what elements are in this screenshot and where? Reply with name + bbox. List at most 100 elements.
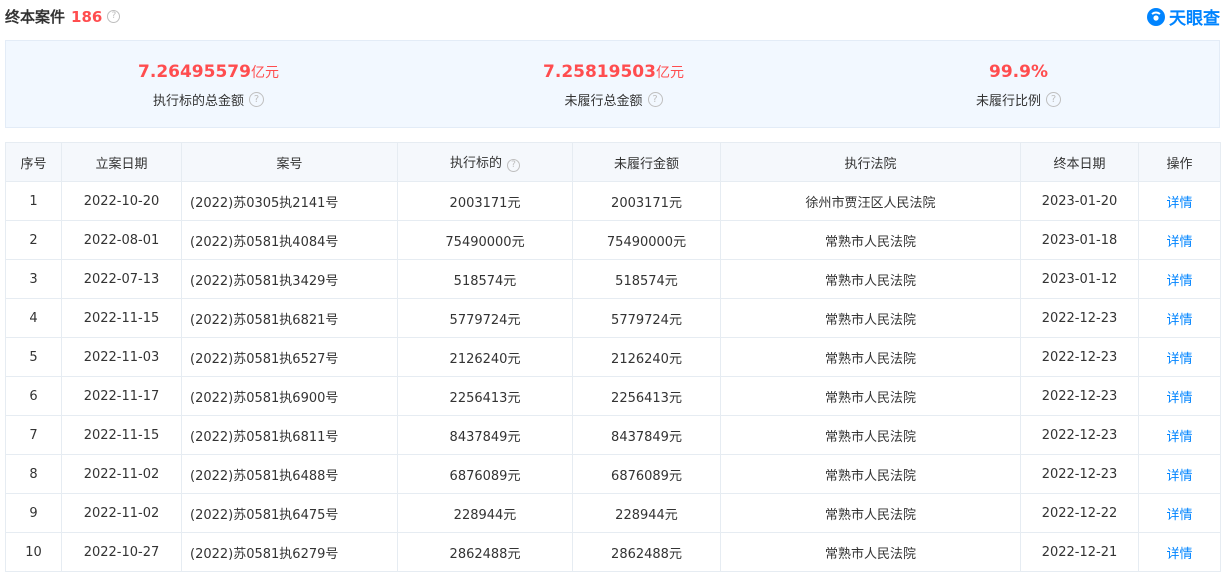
cell-target: 2862488元 — [397, 532, 573, 572]
cell-case-no: (2022)苏0305执2141号 — [181, 181, 398, 221]
cell-end-date: 2022-12-23 — [1020, 298, 1139, 338]
cell-target: 75490000元 — [397, 220, 573, 260]
cell-court: 常熟市人民法院 — [720, 454, 1021, 494]
table-row: 3 2022-07-13 (2022)苏0581执3429号 518574元 51857… — [5, 259, 1221, 299]
cell-unpaid: 2126240元 — [572, 337, 721, 377]
details-link[interactable]: 详情 — [1166, 313, 1192, 328]
cell-end-date: 2022-12-22 — [1020, 493, 1139, 533]
brand-logo: 天眼查 — [1146, 4, 1220, 29]
cell-unpaid: 2256413元 — [572, 376, 721, 416]
table-row: 5 2022-11-03 (2022)苏0581执6527号 2126240元 2126… — [5, 337, 1221, 377]
details-link[interactable]: 详情 — [1166, 391, 1192, 406]
section-title-text: 终本案件 — [5, 8, 66, 26]
col-header-action: 操作 — [1138, 142, 1221, 182]
cell-case-no: (2022)苏0581执6488号 — [181, 454, 398, 494]
cell-no: 4 — [5, 298, 62, 338]
details-link[interactable]: 详情 — [1166, 235, 1192, 250]
cell-action: 详情 — [1138, 493, 1221, 533]
brand-logo-text: 天眼查 — [1169, 9, 1220, 29]
cell-action: 详情 — [1138, 181, 1221, 221]
cell-no: 8 — [5, 454, 62, 494]
cell-end-date: 2022-12-21 — [1020, 532, 1139, 572]
cell-no: 6 — [5, 376, 62, 416]
stat-value: 7.25819503亿元 — [543, 62, 684, 82]
cell-unpaid: 6876089元 — [572, 454, 721, 494]
cell-action: 详情 — [1138, 337, 1221, 377]
cell-court: 常熟市人民法院 — [720, 532, 1021, 572]
cell-court: 常熟市人民法院 — [720, 493, 1021, 533]
cell-court: 常熟市人民法院 — [720, 298, 1021, 338]
cell-case-no: (2022)苏0581执6821号 — [181, 298, 398, 338]
table-row: 7 2022-11-15 (2022)苏0581执6811号 8437849元 8437… — [5, 415, 1221, 455]
question-circle-icon[interactable]: ? — [249, 92, 264, 107]
question-circle-icon[interactable]: ? — [107, 10, 121, 23]
details-link[interactable]: 详情 — [1166, 352, 1192, 367]
cell-case-no: (2022)苏0581执3429号 — [181, 259, 398, 299]
cell-no: 1 — [5, 181, 62, 221]
cell-unpaid: 5779724元 — [572, 298, 721, 338]
cell-unpaid: 2862488元 — [572, 532, 721, 572]
cell-filed-date: 2022-11-15 — [61, 298, 182, 338]
cell-unpaid: 8437849元 — [572, 415, 721, 455]
stat-value: 99.9% — [989, 62, 1048, 82]
cell-end-date: 2023-01-12 — [1020, 259, 1139, 299]
question-circle-icon[interactable]: ? — [1046, 92, 1061, 107]
section-title: 终本案件 186 ? — [5, 6, 121, 27]
cell-case-no: (2022)苏0581执6475号 — [181, 493, 398, 533]
cell-filed-date: 2022-11-02 — [61, 493, 182, 533]
col-header-court: 执行法院 — [720, 142, 1021, 182]
cell-court: 常熟市人民法院 — [720, 337, 1021, 377]
cell-unpaid: 2003171元 — [572, 181, 721, 221]
cell-end-date: 2022-12-23 — [1020, 415, 1139, 455]
cell-end-date: 2023-01-20 — [1020, 181, 1139, 221]
cell-end-date: 2023-01-18 — [1020, 220, 1139, 260]
cell-action: 详情 — [1138, 298, 1221, 338]
details-link[interactable]: 详情 — [1166, 469, 1192, 484]
cell-unpaid: 75490000元 — [572, 220, 721, 260]
details-link[interactable]: 详情 — [1166, 508, 1192, 523]
cell-filed-date: 2022-11-03 — [61, 337, 182, 377]
question-circle-icon[interactable]: ? — [647, 92, 663, 107]
cell-filed-date: 2022-11-17 — [61, 376, 182, 416]
details-link[interactable]: 详情 — [1166, 430, 1192, 445]
cell-filed-date: 2022-10-20 — [61, 181, 182, 221]
cell-target: 518574元 — [397, 259, 573, 299]
cell-case-no: (2022)苏0581执6279号 — [181, 532, 398, 572]
details-link[interactable]: 详情 — [1166, 547, 1192, 562]
table-body: 1 2022-10-20 (2022)苏0305执2141号 2003171元 2003… — [5, 181, 1221, 572]
cell-target: 2126240元 — [397, 337, 573, 377]
table-row: 1 2022-10-20 (2022)苏0305执2141号 2003171元 2003… — [5, 181, 1221, 221]
cell-case-no: (2022)苏0581执6811号 — [181, 415, 398, 455]
stat-value: 7.26495579亿元 — [138, 62, 279, 82]
cell-case-no: (2022)苏0581执4084号 — [181, 220, 398, 260]
details-link[interactable]: 详情 — [1166, 196, 1192, 211]
summary-panel: 7.26495579亿元 执行标的总金额? 7.25819503亿元 未履行总金… — [5, 40, 1220, 128]
col-header-case-no: 案号 — [181, 142, 398, 182]
table-row: 9 2022-11-02 (2022)苏0581执6475号 228944元 22894… — [5, 493, 1221, 533]
details-link[interactable]: 详情 — [1166, 274, 1192, 289]
question-circle-icon[interactable]: ? — [507, 159, 520, 172]
col-header-filed-date: 立案日期 — [61, 142, 182, 182]
cell-no: 3 — [5, 259, 62, 299]
cell-no: 10 — [5, 532, 62, 572]
cell-action: 详情 — [1138, 454, 1221, 494]
col-header-unpaid: 未履行金额 — [572, 142, 721, 182]
cell-court: 常熟市人民法院 — [720, 220, 1021, 260]
cell-action: 详情 — [1138, 376, 1221, 416]
stat-total-target: 7.26495579亿元 执行标的总金额? — [6, 41, 411, 127]
cell-filed-date: 2022-07-13 — [61, 259, 182, 299]
cell-no: 5 — [5, 337, 62, 377]
col-header-end-date: 终本日期 — [1020, 142, 1139, 182]
table-row: 8 2022-11-02 (2022)苏0581执6488号 6876089元 6876… — [5, 454, 1221, 494]
cell-target: 2003171元 — [397, 181, 573, 221]
cell-action: 详情 — [1138, 220, 1221, 260]
cell-no: 2 — [5, 220, 62, 260]
cell-target: 8437849元 — [397, 415, 573, 455]
col-header-target: 执行标的? — [397, 142, 573, 182]
cell-case-no: (2022)苏0581执6527号 — [181, 337, 398, 377]
table-header-row: 序号 立案日期 案号 执行标的? 未履行金额 执行法院 终本日期 操作 — [5, 142, 1221, 182]
cell-action: 详情 — [1138, 415, 1221, 455]
stat-total-unpaid: 7.25819503亿元 未履行总金额? — [411, 41, 816, 127]
cell-target: 228944元 — [397, 493, 573, 533]
cell-filed-date: 2022-11-15 — [61, 415, 182, 455]
